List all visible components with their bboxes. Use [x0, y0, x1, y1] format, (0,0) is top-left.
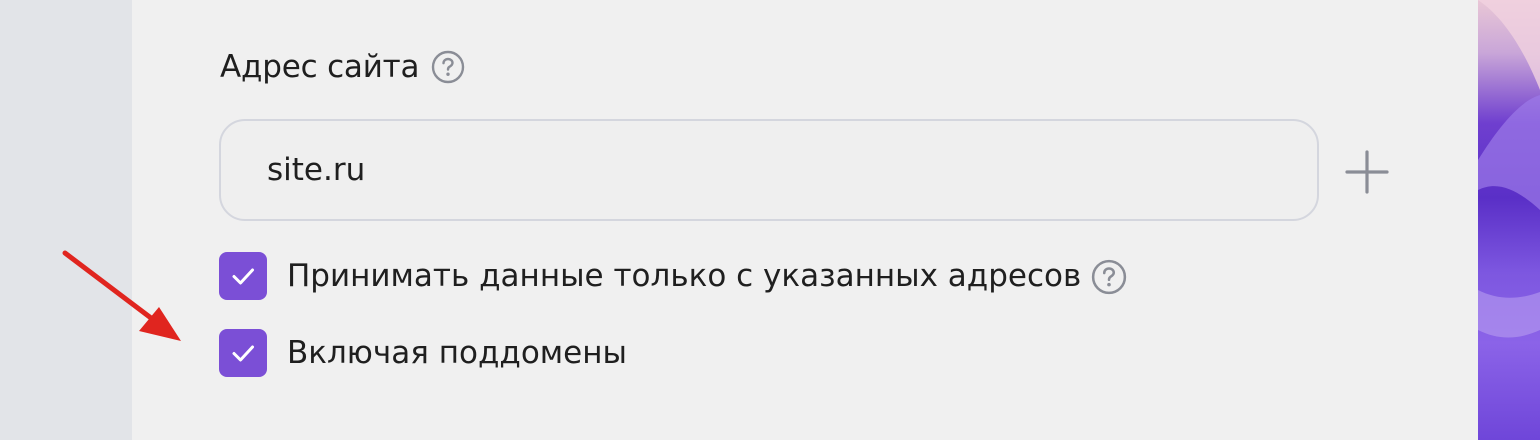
- question-help-icon[interactable]: [431, 50, 465, 84]
- red-annotation-arrow-icon: [62, 250, 181, 341]
- checkmark-icon: [232, 345, 254, 362]
- accept-only-listed-label-row: Принимать данные только с указанных адре…: [287, 258, 1127, 295]
- accept-only-listed-option[interactable]: Принимать данные только с указанных адре…: [219, 251, 1127, 301]
- checkmark-icon: [232, 268, 254, 285]
- left-background: [0, 0, 132, 440]
- site-address-label-row: Адрес сайта: [220, 45, 465, 89]
- site-address-input[interactable]: [221, 121, 1317, 219]
- decorative-gradient-strip: [1478, 0, 1540, 440]
- site-address-label: Адрес сайта: [220, 49, 420, 85]
- site-address-input-box: [219, 119, 1319, 221]
- add-site-button[interactable]: [1344, 149, 1390, 195]
- accept-only-listed-label: Принимать данные только с указанных адре…: [287, 258, 1082, 294]
- include-subdomains-option[interactable]: Включая поддомены: [219, 328, 627, 378]
- include-subdomains-checkbox[interactable]: [219, 329, 267, 377]
- question-help-icon[interactable]: [1091, 259, 1127, 295]
- accept-only-listed-checkbox[interactable]: [219, 252, 267, 300]
- include-subdomains-label: Включая поддомены: [287, 335, 627, 371]
- plus-icon: [1345, 150, 1389, 194]
